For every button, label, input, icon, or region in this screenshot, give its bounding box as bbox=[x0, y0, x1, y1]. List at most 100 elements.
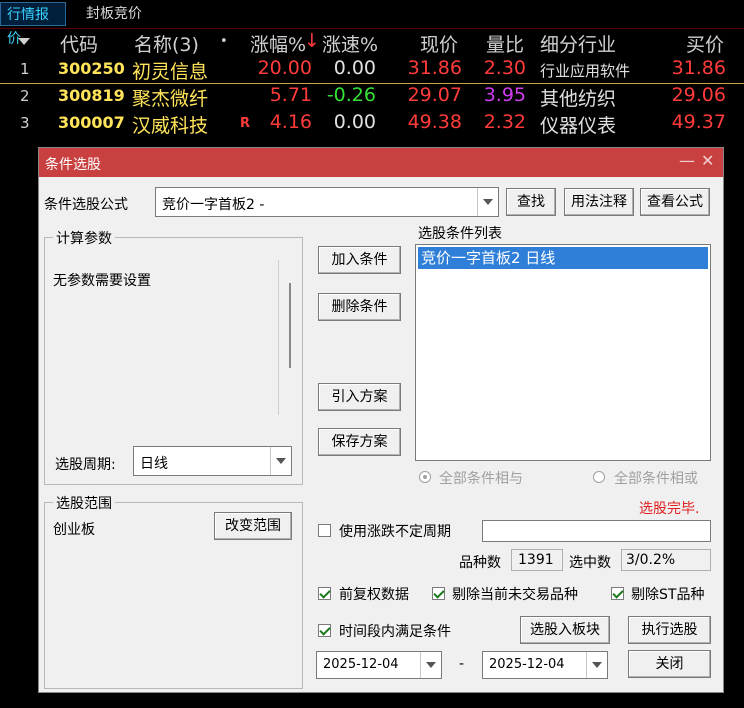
condition-screening-dialog: 条件选股 — ✕ 条件选股公式 竞价一字首板2 - 查找 用法注释 查看公式 计… bbox=[38, 147, 724, 693]
quote-table-header: 代码 名称(3) • 涨幅% ↓ 涨速% 现价 量比 细分行业 买价 bbox=[0, 28, 744, 57]
industry: 仪器仪表 bbox=[540, 115, 617, 137]
speed: -0.26 bbox=[326, 84, 376, 106]
period-value: 日线 bbox=[140, 456, 168, 472]
params-scrollbar[interactable] bbox=[289, 283, 291, 368]
irregular-period-label: 使用涨跌不定周期 bbox=[339, 524, 451, 540]
selected-label: 选中数 bbox=[569, 555, 611, 571]
chevron-down-icon[interactable] bbox=[270, 447, 291, 475]
find-button[interactable]: 查找 bbox=[506, 188, 556, 216]
col-dot: • bbox=[220, 34, 228, 49]
chevron-down-icon[interactable] bbox=[420, 652, 441, 678]
margin-flag: R bbox=[240, 116, 251, 131]
execute-button[interactable]: 执行选股 bbox=[628, 616, 711, 644]
list-item[interactable]: 竞价一字首板2 日线 bbox=[418, 247, 708, 269]
close-icon[interactable]: ✕ bbox=[701, 151, 714, 170]
or-all-label: 全部条件相或 bbox=[614, 471, 698, 487]
price: 49.38 bbox=[407, 111, 462, 133]
condition-list-label: 选股条件列表 bbox=[418, 226, 502, 242]
delete-condition-button[interactable]: 删除条件 bbox=[318, 293, 401, 321]
industry: 其他纺织 bbox=[540, 88, 617, 110]
col-price[interactable]: 现价 bbox=[420, 30, 458, 57]
range-value: 创业板 bbox=[53, 522, 95, 538]
forward-adjust-label: 前复权数据 bbox=[339, 587, 409, 603]
date-to: 2025-12-04 bbox=[489, 657, 565, 672]
formula-value: 竞价一字首板2 - bbox=[162, 197, 265, 213]
speed: 0.00 bbox=[333, 57, 376, 79]
row-index: 1 bbox=[20, 60, 30, 78]
bid: 49.37 bbox=[671, 111, 726, 133]
date-from: 2025-12-04 bbox=[323, 657, 399, 672]
period-label: 选股周期: bbox=[55, 457, 116, 473]
period-select[interactable]: 日线 bbox=[133, 446, 292, 476]
formula-select[interactable]: 竞价一字首板2 - bbox=[155, 187, 499, 217]
irregular-period-input[interactable] bbox=[482, 520, 711, 542]
sort-desc-icon: ↓ bbox=[304, 30, 320, 52]
date-to-picker[interactable]: 2025-12-04 bbox=[482, 651, 608, 679]
exclude-st-checkbox[interactable] bbox=[611, 587, 624, 600]
col-code[interactable]: 代码 bbox=[60, 30, 98, 57]
exclude-st-label: 剔除ST品种 bbox=[631, 587, 705, 603]
params-divider bbox=[278, 260, 279, 415]
table-row[interactable]: 1 300250 初灵信息 20.00 0.00 31.86 2.30 行业应用… bbox=[0, 57, 744, 84]
and-all-label: 全部条件相与 bbox=[439, 471, 523, 487]
params-group-title: 计算参数 bbox=[53, 228, 115, 248]
col-bid[interactable]: 买价 bbox=[686, 30, 724, 57]
stock-code: 300819 bbox=[58, 86, 125, 105]
industry: 行业应用软件 bbox=[540, 62, 631, 80]
minimize-icon[interactable]: — bbox=[679, 151, 695, 170]
import-plan-button[interactable]: 引入方案 bbox=[318, 383, 401, 411]
formula-label: 条件选股公式 bbox=[44, 197, 128, 213]
date-from-picker[interactable]: 2025-12-04 bbox=[316, 651, 442, 679]
price: 31.86 bbox=[407, 57, 462, 79]
col-change-pct[interactable]: 涨幅% bbox=[250, 30, 306, 57]
close-button[interactable]: 关闭 bbox=[628, 650, 711, 678]
exclude-untraded-label: 剔除当前未交易品种 bbox=[452, 587, 578, 603]
selected-value: 3/0.2% bbox=[626, 552, 676, 568]
volume-ratio: 2.30 bbox=[483, 57, 526, 79]
bid: 31.86 bbox=[671, 57, 726, 79]
exclude-untraded-checkbox[interactable] bbox=[432, 587, 445, 600]
tab-quotes[interactable]: 行情报价 bbox=[0, 2, 66, 47]
params-group: 计算参数 无参数需要设置 选股周期: 日线 bbox=[44, 228, 303, 485]
stock-name: 聚杰微纤 bbox=[132, 88, 209, 110]
irregular-period-checkbox[interactable] bbox=[318, 524, 331, 537]
period-meet-checkbox[interactable] bbox=[318, 624, 331, 637]
speed: 0.00 bbox=[333, 111, 376, 133]
chevron-down-icon[interactable] bbox=[477, 188, 498, 216]
date-dash: - bbox=[459, 656, 465, 672]
table-row[interactable]: 2 300819 聚杰微纤 5.71 -0.26 29.07 3.95 其他纺织… bbox=[0, 84, 744, 110]
triangle-down-icon[interactable] bbox=[18, 38, 30, 45]
tab-limit-auction[interactable]: 封板竞价 bbox=[80, 2, 148, 26]
stock-code: 300007 bbox=[58, 113, 125, 132]
chevron-down-icon[interactable] bbox=[586, 652, 607, 678]
col-speed[interactable]: 涨速% bbox=[322, 30, 378, 57]
top-tab-bar: 行情报价 封板竞价 bbox=[0, 0, 744, 47]
variety-count-field: 1391 bbox=[511, 549, 563, 571]
and-all-radio[interactable] bbox=[419, 471, 431, 483]
stock-name: 初灵信息 bbox=[132, 61, 209, 83]
status-text: 选股完毕. bbox=[639, 501, 700, 517]
col-industry[interactable]: 细分行业 bbox=[540, 30, 616, 57]
select-to-block-button[interactable]: 选股入板块 bbox=[520, 616, 610, 644]
change-range-button[interactable]: 改变范围 bbox=[214, 512, 292, 540]
params-text: 无参数需要设置 bbox=[53, 273, 151, 289]
dialog-title: 条件选股 bbox=[45, 157, 101, 173]
view-formula-button[interactable]: 查看公式 bbox=[640, 188, 710, 216]
usage-notes-button[interactable]: 用法注释 bbox=[564, 188, 634, 216]
col-name[interactable]: 名称(3) bbox=[134, 30, 199, 57]
col-volume-ratio[interactable]: 量比 bbox=[486, 30, 524, 57]
price: 29.07 bbox=[407, 84, 462, 106]
save-plan-button[interactable]: 保存方案 bbox=[318, 428, 401, 456]
bid: 29.06 bbox=[671, 84, 726, 106]
condition-list[interactable]: 竞价一字首板2 日线 bbox=[415, 244, 711, 461]
forward-adjust-checkbox[interactable] bbox=[318, 587, 331, 600]
stock-code: 300250 bbox=[58, 59, 125, 78]
period-meet-label: 时间段内满足条件 bbox=[339, 624, 451, 640]
or-all-radio[interactable] bbox=[593, 471, 605, 483]
stock-name: 汉威科技 bbox=[132, 115, 209, 137]
table-row[interactable]: 3 300007 汉威科技 R 4.16 0.00 49.38 2.32 仪器仪… bbox=[0, 111, 744, 137]
variety-count-label: 品种数 bbox=[459, 555, 501, 571]
add-condition-button[interactable]: 加入条件 bbox=[318, 246, 401, 274]
dialog-title-bar[interactable]: 条件选股 — ✕ bbox=[39, 148, 723, 177]
row-index: 2 bbox=[20, 87, 30, 105]
